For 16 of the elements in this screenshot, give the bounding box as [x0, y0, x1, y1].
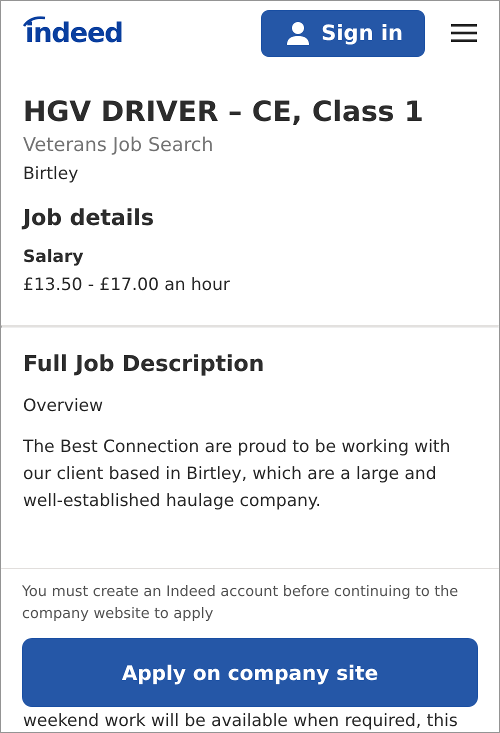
description-paragraph: The Best Connection are proud to be working with our client based in Birtley, which are a large and well-established haulage company. — [23, 436, 452, 513]
person-icon — [285, 20, 312, 46]
sign-in-button[interactable]: Sign in — [261, 10, 425, 56]
apply-button[interactable]: Apply on company site — [22, 638, 478, 707]
menu-icon[interactable] — [451, 23, 477, 43]
section-heading: Job details — [23, 206, 155, 231]
description-paragraph: weekend work will be available when required, this — [22, 710, 459, 732]
company-name[interactable]: Veterans Job Search — [23, 134, 477, 156]
salary-label: Salary — [23, 247, 84, 267]
section-heading: Full Job Description — [23, 352, 266, 377]
description-paragraph: Overview — [23, 395, 104, 418]
salary-value: £13.50 - £17.00 an hour — [23, 275, 231, 295]
job-location: Birtley — [23, 164, 80, 184]
account-notice: You must create an Indeed account before continuing to the company website to apply — [22, 583, 460, 624]
indeed-logo[interactable]: indeed — [25, 18, 123, 48]
job-title: HGV DRIVER – CE, Class 1 — [23, 95, 425, 128]
